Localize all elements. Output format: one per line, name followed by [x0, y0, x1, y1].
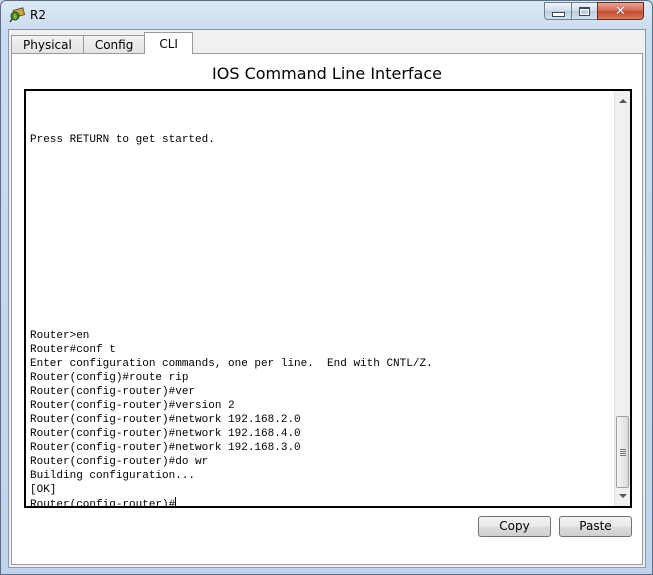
- console-line: Enter configuration commands, one per li…: [30, 358, 433, 370]
- paste-button[interactable]: Paste: [559, 516, 632, 537]
- window-title: R2: [30, 8, 46, 22]
- title-bar[interactable]: $ R2 ✕: [1, 1, 652, 29]
- console-line: [OK]: [30, 484, 57, 496]
- tab-cli[interactable]: CLI: [144, 32, 193, 54]
- copy-button[interactable]: Copy: [478, 516, 551, 537]
- close-button[interactable]: ✕: [597, 2, 644, 20]
- console-prompt-line[interactable]: Router(config-router)#: [30, 497, 612, 506]
- cli-panel: IOS Command Line Interface Press RETURN …: [11, 53, 643, 565]
- minimize-button[interactable]: [544, 2, 571, 20]
- scroll-up-button[interactable]: [615, 93, 631, 109]
- console-line: Router(config-router)#network 192.168.2.…: [30, 414, 301, 426]
- grip-icon: [619, 448, 626, 456]
- tab-bar: Physical Config CLI: [11, 32, 193, 54]
- console-line: Building configuration...: [30, 470, 196, 482]
- console-line: Press RETURN to get started.: [30, 134, 215, 146]
- scroll-thumb[interactable]: [616, 416, 629, 488]
- window: $ R2 ✕ Physical Config CLI IOS Command L…: [0, 0, 653, 575]
- scroll-down-button[interactable]: [615, 488, 631, 504]
- console-prompt: Router(config-router)#: [30, 499, 176, 506]
- console-line: Router(config-router)#ver: [30, 386, 196, 398]
- tab-config[interactable]: Config: [82, 35, 146, 54]
- console-output[interactable]: Press RETURN to get started. Router>en Rou…: [30, 91, 612, 506]
- device-dialog: Physical Config CLI IOS Command Line Int…: [8, 29, 646, 568]
- window-controls: ✕: [544, 2, 644, 21]
- console-line: Router(config-router)#network 192.168.3.…: [30, 442, 301, 454]
- console-line: Router(config)#route rip: [30, 372, 189, 384]
- cli-console[interactable]: Press RETURN to get started. Router>en Rou…: [24, 89, 632, 508]
- console-scrollbar[interactable]: [614, 91, 630, 506]
- maximize-button[interactable]: [571, 2, 597, 20]
- clipboard-buttons: Copy Paste: [478, 516, 632, 537]
- close-icon: ✕: [615, 3, 626, 19]
- console-line: Router>en: [30, 330, 90, 342]
- console-line: Router(config-router)#network 192.168.4.…: [30, 428, 301, 440]
- console-line: Router(config-router)#version 2: [30, 400, 235, 412]
- minimize-icon: [551, 11, 565, 17]
- router-device-icon: $: [9, 7, 25, 23]
- console-line: Router#conf t: [30, 344, 116, 356]
- panel-title: IOS Command Line Interface: [212, 64, 442, 83]
- arrow-down-icon: [619, 494, 627, 498]
- console-line: Router(config-router)#do wr: [30, 456, 209, 468]
- tab-physical[interactable]: Physical: [11, 35, 84, 54]
- maximize-icon: [579, 6, 590, 16]
- arrow-up-icon: [619, 99, 627, 103]
- svg-text:$: $: [13, 14, 17, 21]
- text-cursor: [175, 497, 177, 506]
